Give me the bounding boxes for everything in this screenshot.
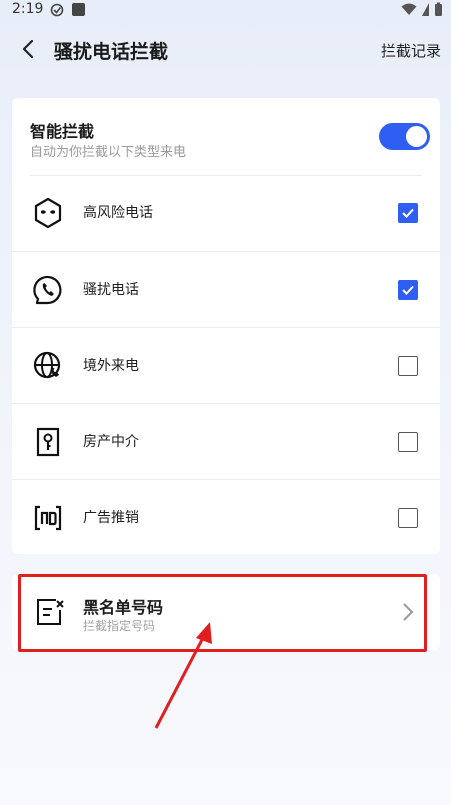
mask-icon [34,197,62,229]
app-notification-icon [72,3,85,16]
smart-block-card: 智能拦截 自动为你拦截以下类型来电 高风险电话 骚扰电话 境外来电 房产中介 广… [12,98,440,554]
back-arrow-icon[interactable] [18,38,40,60]
category-item-advertising[interactable]: 广告推销 [12,479,440,555]
chevron-right-icon [403,603,414,621]
category-item-high-risk[interactable]: 高风险电话 [12,175,440,251]
category-checkbox[interactable] [398,203,418,223]
category-item-harassment[interactable]: 骚扰电话 [12,251,440,327]
category-label: 高风险电话 [83,205,153,221]
smart-block-title: 智能拦截 [30,122,95,141]
check-icon [402,285,414,295]
category-label: 境外来电 [83,358,139,374]
blacklist-icon [37,599,64,625]
wifi-icon [401,3,417,15]
divider [30,175,422,176]
category-item-real-estate[interactable]: 房产中介 [12,403,440,479]
category-label: 骚扰电话 [83,282,139,298]
category-item-overseas[interactable]: 境外来电 [12,327,440,403]
key-door-icon [36,427,60,457]
category-checkbox[interactable] [398,280,418,300]
status-bar: 2:19 [0,0,451,22]
status-time: 2:19 [12,1,44,17]
category-checkbox[interactable] [398,508,418,528]
check-icon [402,208,414,218]
page-title: 骚扰电话拦截 [54,41,169,63]
category-checkbox[interactable] [398,356,418,376]
blacklist-row[interactable]: 黑名单号码 拦截指定号码 [12,574,440,650]
smart-block-row: 智能拦截 自动为你拦截以下类型来电 [12,98,440,175]
smart-block-subtitle: 自动为你拦截以下类型来电 [30,145,187,160]
block-records-link[interactable]: 拦截记录 [381,40,441,61]
blacklist-subtitle: 拦截指定号码 [83,619,156,633]
status-right-icons [401,2,443,17]
phone-circle-icon [33,275,62,305]
category-checkbox[interactable] [398,432,418,452]
signal-icon [422,3,429,16]
globe-phone-icon [33,351,61,379]
app-header: 骚扰电话拦截 拦截记录 [0,28,451,72]
ad-icon [34,505,62,531]
smart-block-toggle[interactable] [379,123,430,150]
toggle-knob [406,126,427,147]
blacklist-title: 黑名单号码 [83,598,164,617]
category-label: 房产中介 [83,434,139,450]
battery-icon [435,2,442,16]
notification-icon [50,3,64,17]
category-label: 广告推销 [83,510,139,526]
